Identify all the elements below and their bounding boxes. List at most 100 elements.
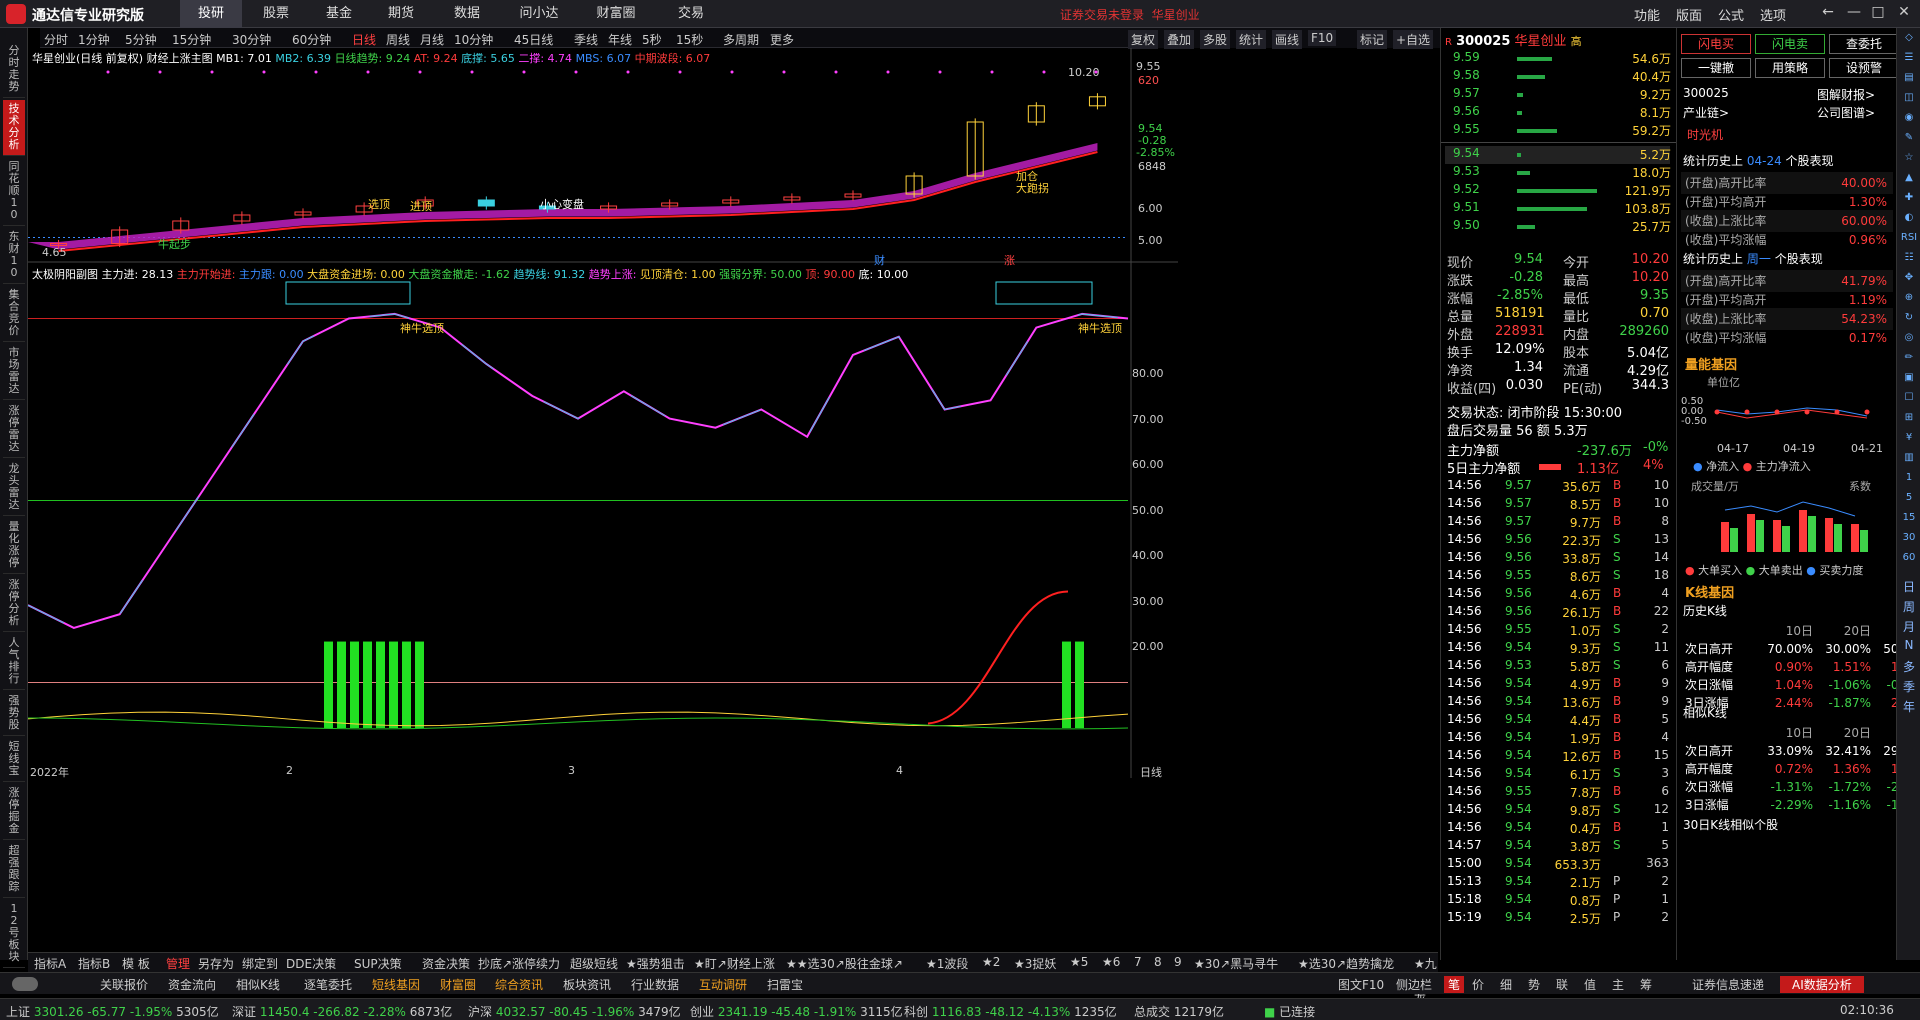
- chart-tool-3[interactable]: 统计: [1236, 30, 1267, 49]
- left-tab-7[interactable]: 龙头雷达: [3, 460, 25, 516]
- menu-layout[interactable]: 版面: [1676, 5, 1702, 24]
- bottom-tab-3[interactable]: 逐笔委托: [304, 976, 352, 993]
- indicator-tab-14[interactable]: ★1波段: [926, 955, 968, 972]
- period-3[interactable]: 15分钟: [172, 31, 211, 48]
- left-tab-6[interactable]: 涨停雷达: [3, 402, 25, 458]
- panel-tab-5[interactable]: 值: [1584, 976, 1596, 993]
- tool-icon-9[interactable]: ◐: [1899, 212, 1919, 232]
- period-8[interactable]: 月线: [420, 31, 444, 48]
- tool-icon-12[interactable]: ✥: [1899, 272, 1919, 292]
- bottom-tab-5[interactable]: 财富圈: [440, 976, 476, 993]
- bid-row[interactable]: 9.50 25.7万: [1445, 218, 1671, 236]
- indicator-tab-0[interactable]: 指标A: [34, 955, 66, 972]
- left-tab-10[interactable]: 人气排行: [3, 634, 25, 690]
- chart-tool-5[interactable]: F10: [1308, 30, 1337, 46]
- tool-icon-17[interactable]: ▣: [1899, 372, 1919, 392]
- indicator-tab-12[interactable]: ★盯↗财经上涨: [694, 955, 775, 972]
- period-1[interactable]: 1分钟: [78, 31, 110, 48]
- query-order-button[interactable]: 查委托: [1829, 34, 1899, 54]
- kc-index[interactable]: 科创 1116.83 -48.12 -4.13% 1235亿: [904, 1003, 1117, 1020]
- indicator-tab-10[interactable]: 超级短线: [570, 955, 618, 972]
- indicator-tab-6[interactable]: DDE决策: [286, 955, 336, 972]
- tool-icon-19[interactable]: ⊞: [1899, 412, 1919, 432]
- bottom-tab-9[interactable]: 互动调研: [699, 976, 747, 993]
- tool-icon-11[interactable]: ☷: [1899, 252, 1919, 272]
- indicator-tab-20[interactable]: 8: [1154, 955, 1162, 969]
- ask-row[interactable]: 9.55 59.2万: [1445, 122, 1671, 140]
- left-tab-4[interactable]: 集合竞价: [3, 286, 25, 342]
- menu-trade[interactable]: 交易: [660, 0, 722, 28]
- indicator-tab-18[interactable]: ★6: [1102, 955, 1120, 969]
- menu-fund[interactable]: 基金: [308, 0, 370, 28]
- chart-tool-1[interactable]: 叠加: [1164, 30, 1195, 49]
- company-graph-link[interactable]: 公司图谱>: [1817, 104, 1875, 121]
- period-16[interactable]: 更多: [770, 31, 794, 48]
- flash-buy-button[interactable]: 闪电买: [1681, 34, 1751, 54]
- ai-analysis-tab[interactable]: AI数据分析: [1780, 976, 1864, 993]
- hs-index[interactable]: 沪深 4032.57 -80.45 -1.96% 3479亿: [468, 1003, 681, 1020]
- left-tab-15[interactable]: 12号板块: [3, 900, 25, 968]
- tool-period-2[interactable]: 月: [1899, 618, 1919, 638]
- tool-icon-24[interactable]: 15: [1899, 512, 1919, 532]
- minimize-icon[interactable]: —: [1844, 4, 1864, 24]
- sh-index[interactable]: 上证 3301.26 -65.77 -1.95% 5305亿: [6, 1003, 219, 1020]
- left-tab-12[interactable]: 短线宝: [3, 738, 25, 782]
- tool-icon-8[interactable]: ✚: [1899, 192, 1919, 212]
- tool-icon-26[interactable]: 60: [1899, 552, 1919, 572]
- bottom-tab-2[interactable]: 相似K线: [236, 976, 280, 993]
- chart-tool-6[interactable]: 标记: [1357, 30, 1388, 49]
- tool-icon-15[interactable]: ◎: [1899, 332, 1919, 352]
- main-chart[interactable]: 华星创业(日线 前复权) 财经上涨主图 MB1: 7.01 MB2: 6.39 …: [28, 48, 1178, 938]
- sidebar-button[interactable]: 侧边栏: [1396, 976, 1432, 993]
- indicator-tab-15[interactable]: ★2: [982, 955, 1000, 969]
- chart-tool-4[interactable]: 画线: [1272, 30, 1303, 49]
- tool-icon-2[interactable]: ▤: [1899, 72, 1919, 92]
- tool-icon-1[interactable]: ☰: [1899, 52, 1919, 72]
- panel-tab-4[interactable]: 联: [1556, 976, 1568, 993]
- f10-button[interactable]: 图文F10: [1338, 976, 1384, 993]
- indicator-tab-19[interactable]: 7: [1134, 955, 1142, 969]
- close-icon[interactable]: ✕: [1894, 4, 1914, 24]
- bid-row[interactable]: 9.54 5.2万: [1445, 146, 1671, 164]
- tool-icon-16[interactable]: ✏: [1899, 352, 1919, 372]
- bottom-tab-6[interactable]: 综合资讯: [495, 976, 543, 993]
- left-tab-11[interactable]: 强势股: [3, 692, 25, 736]
- tool-icon-6[interactable]: ☆: [1899, 152, 1919, 172]
- indicator-tab-5[interactable]: 绑定到: [242, 955, 278, 972]
- menu-options[interactable]: 选项: [1760, 5, 1786, 24]
- tool-period-3[interactable]: N: [1899, 638, 1919, 658]
- bottom-tab-7[interactable]: 板块资讯: [563, 976, 611, 993]
- menu-investment[interactable]: 投研: [180, 0, 242, 28]
- use-strategy-button[interactable]: 用策略: [1755, 58, 1825, 78]
- chart-tool-7[interactable]: +自选: [1393, 30, 1434, 49]
- tool-period-0[interactable]: 日: [1899, 578, 1919, 598]
- indicator-tab-11[interactable]: ★强势狙击: [626, 955, 685, 972]
- tool-icon-5[interactable]: ✎: [1899, 132, 1919, 152]
- login-notice[interactable]: 证券交易未登录 华星创业: [1060, 6, 1200, 23]
- period-9[interactable]: 10分钟: [454, 31, 493, 48]
- period-4[interactable]: 30分钟: [232, 31, 271, 48]
- bottom-tab-0[interactable]: 关联报价: [100, 976, 148, 993]
- panel-tab-2[interactable]: 细: [1500, 976, 1512, 993]
- industry-chain-link[interactable]: 产业链>: [1683, 104, 1729, 121]
- chart-tool-0[interactable]: 复权: [1128, 30, 1159, 49]
- left-tab-2[interactable]: 同花顺10: [3, 158, 25, 226]
- indicator-tab-4[interactable]: 另存为: [198, 955, 234, 972]
- menu-formula[interactable]: 公式: [1718, 5, 1744, 24]
- chart-report-link[interactable]: 图解财报>: [1817, 86, 1875, 103]
- cy-index[interactable]: 创业 2341.19 -45.48 -1.91% 3115亿: [690, 1003, 903, 1020]
- indicator-tab-16[interactable]: ★3捉妖: [1014, 955, 1056, 972]
- period-13[interactable]: 5秒: [642, 31, 662, 48]
- menu-futures[interactable]: 期货: [370, 0, 432, 28]
- tool-icon-3[interactable]: ◫: [1899, 92, 1919, 112]
- ask-row[interactable]: 9.56 8.1万: [1445, 104, 1671, 122]
- left-tab-9[interactable]: 涨停分析: [3, 576, 25, 632]
- ask-row[interactable]: 9.58 40.4万: [1445, 68, 1671, 86]
- tool-icon-25[interactable]: 30: [1899, 532, 1919, 552]
- bid-row[interactable]: 9.53 18.0万: [1445, 164, 1671, 182]
- left-tab-1[interactable]: 技术分析: [3, 100, 25, 156]
- tick-list[interactable]: 14:56 9.57 35.6万 B 10 14:56 9.57 8.5万 B 10 14:56 9.…: [1441, 478, 1676, 948]
- period-6[interactable]: 日线: [352, 31, 376, 48]
- period-7[interactable]: 周线: [386, 31, 410, 48]
- bottom-tab-8[interactable]: 行业数据: [631, 976, 679, 993]
